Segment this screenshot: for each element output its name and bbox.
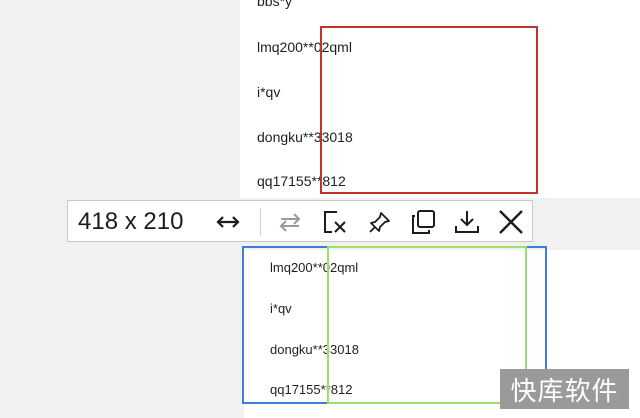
site-watermark: 快库软件 (500, 369, 629, 409)
download-icon[interactable] (451, 206, 483, 238)
swap-arrows-icon[interactable] (274, 206, 306, 238)
toolbar-separator (260, 208, 261, 236)
green-selection-rectangle[interactable] (327, 246, 527, 404)
pin-icon[interactable] (364, 206, 396, 238)
list-item: bbs*y (257, 0, 293, 9)
cancel-selection-icon[interactable] (319, 206, 351, 238)
close-icon[interactable] (495, 206, 527, 238)
copy-icon[interactable] (407, 206, 439, 238)
list-item: i*qv (257, 84, 281, 100)
capture-toolbar: 418 x 210 (67, 200, 533, 242)
resize-arrows-icon[interactable] (212, 206, 244, 238)
red-selection-rectangle[interactable] (320, 26, 538, 194)
selection-size-readout: 418 x 210 (78, 208, 184, 235)
